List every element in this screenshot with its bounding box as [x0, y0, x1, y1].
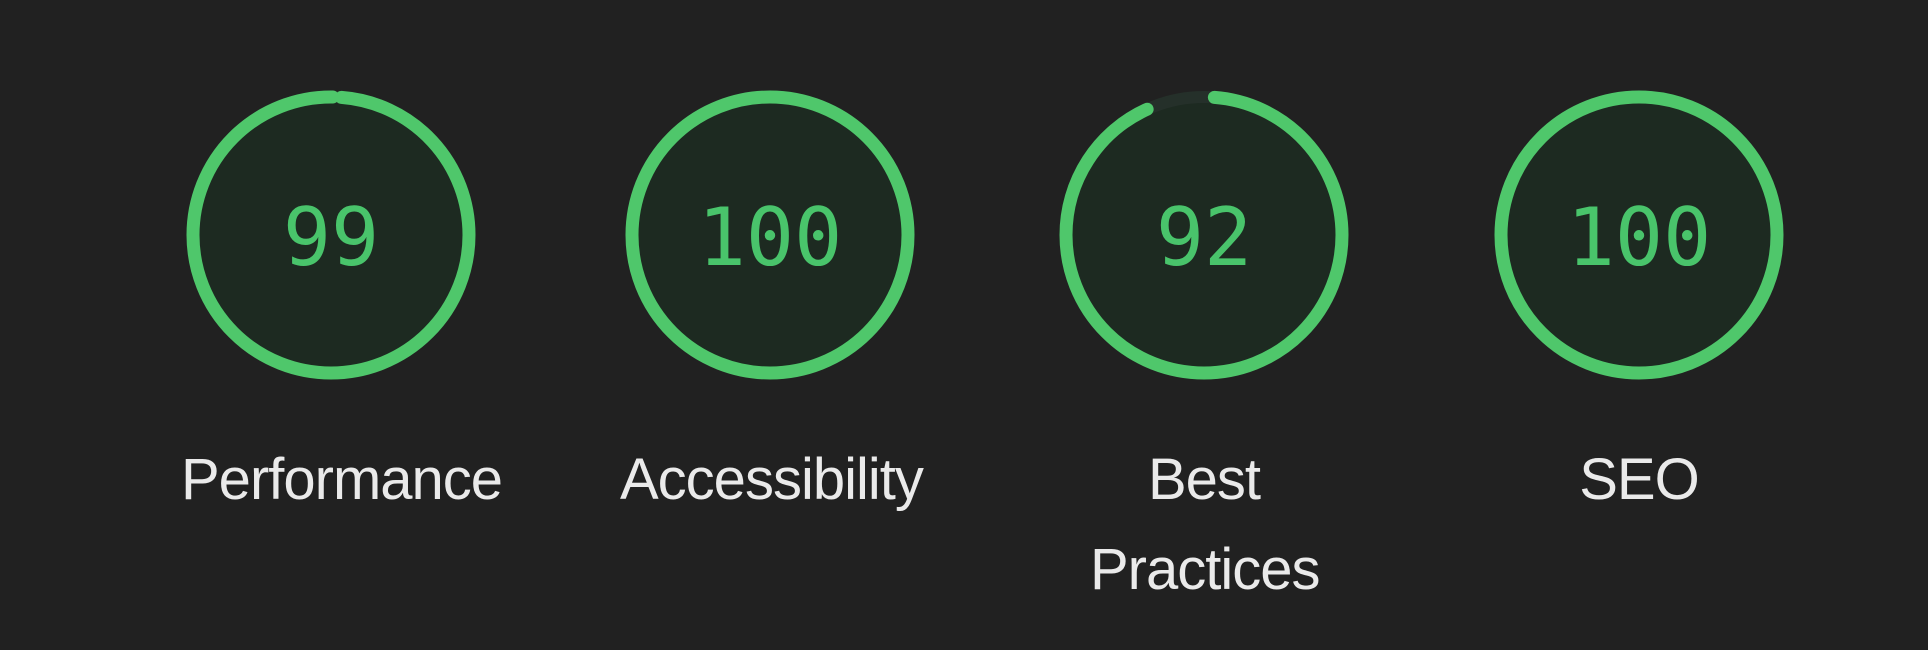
gauge-label: Best Practices [1090, 447, 1321, 602]
score-value: 92 [1156, 191, 1252, 284]
score-value: 100 [1567, 191, 1712, 284]
gauge-label: Performance [181, 447, 503, 512]
gauge-accessibility[interactable]: 100 Accessibility [620, 85, 924, 525]
gauge-seo-ring: 100 [1494, 90, 1784, 380]
gauge-performance-ring: 99 [186, 90, 476, 380]
gauge-label: SEO [1579, 447, 1700, 512]
gauge-seo[interactable]: 100 SEO [1489, 85, 1789, 525]
gauge-best-practices[interactable]: 92 Best Practices [1054, 85, 1354, 615]
score-value: 100 [698, 191, 843, 284]
score-value: 99 [283, 191, 379, 284]
gauge-best-practices-ring: 92 [1059, 90, 1349, 380]
gauge-accessibility-ring: 100 [625, 90, 915, 380]
gauge-label: Accessibility [620, 447, 924, 512]
lighthouse-scores-summary: 99 Performance 100 Accessibility 92 Best… [0, 0, 1928, 650]
gauge-performance[interactable]: 99 Performance [181, 85, 503, 525]
